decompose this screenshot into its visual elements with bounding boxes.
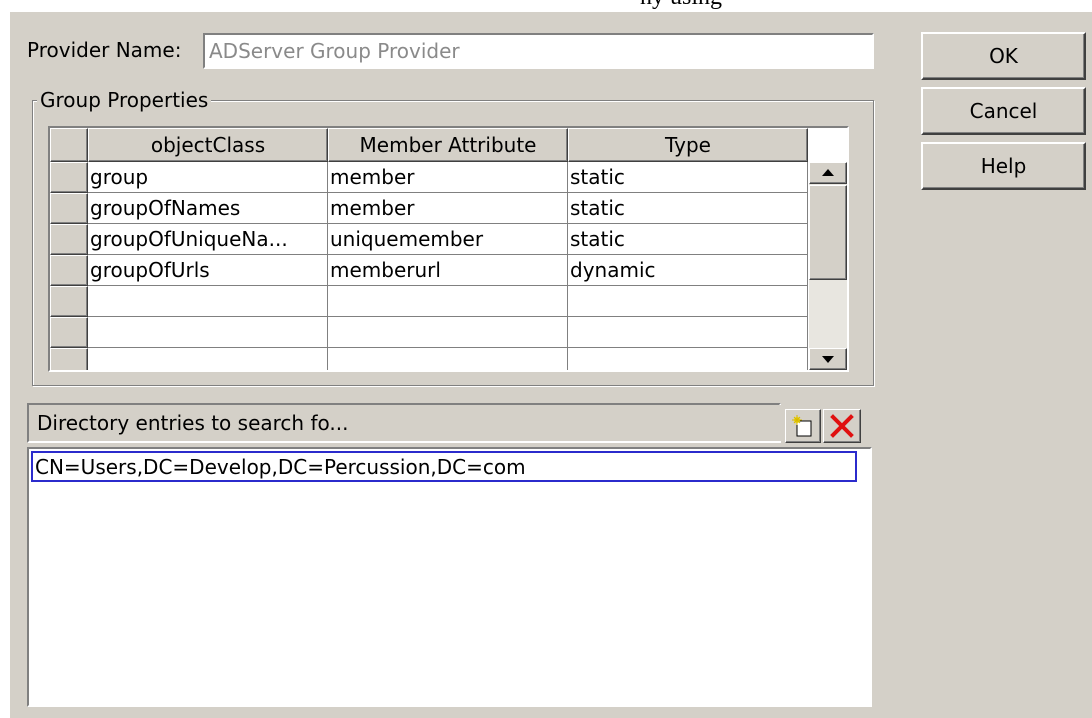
column-header-objectclass[interactable]: objectClass <box>88 128 328 162</box>
group-provider-dialog: Provider Name: ADServer Group Provider O… <box>10 12 1092 718</box>
table-cell[interactable]: group <box>88 162 328 193</box>
table-cell[interactable] <box>568 317 808 348</box>
delete-entry-button[interactable] <box>823 409 861 443</box>
table-cell[interactable] <box>568 348 808 370</box>
directory-header-label: Directory entries to search fo... <box>37 411 349 435</box>
list-item[interactable]: CN=Users,DC=Develop,DC=Percussion,DC=com <box>31 451 857 482</box>
row-header[interactable] <box>50 286 88 317</box>
row-header[interactable] <box>50 224 88 255</box>
table-corner <box>50 128 88 162</box>
help-button[interactable]: Help <box>921 142 1086 190</box>
table-cell[interactable]: dynamic <box>568 255 808 286</box>
table-cell[interactable]: groupOfUniqueNa... <box>88 224 328 255</box>
add-entry-button[interactable] <box>785 409 821 443</box>
group-properties-title: Group Properties <box>37 88 212 112</box>
provider-name-field[interactable]: ADServer Group Provider <box>203 33 874 69</box>
delete-x-icon <box>830 414 854 438</box>
table-cell[interactable]: member <box>328 162 568 193</box>
scroll-thumb[interactable] <box>809 185 847 280</box>
cancel-button[interactable]: Cancel <box>921 87 1086 135</box>
table-cell[interactable]: memberurl <box>328 255 568 286</box>
row-header[interactable] <box>50 255 88 286</box>
row-header[interactable] <box>50 193 88 224</box>
table-cell[interactable] <box>328 317 568 348</box>
table-cell[interactable]: static <box>568 193 808 224</box>
table-cell[interactable]: groupOfUrls <box>88 255 328 286</box>
column-header-member-attribute[interactable]: Member Attribute <box>328 128 568 162</box>
scroll-down-arrow-icon[interactable] <box>809 348 847 370</box>
table-cell[interactable] <box>328 348 568 370</box>
table-cell[interactable]: static <box>568 224 808 255</box>
directory-list-header: Directory entries to search fo... <box>27 403 787 443</box>
table-cell[interactable]: member <box>328 193 568 224</box>
table-cell[interactable]: static <box>568 162 808 193</box>
column-header-label: Member Attribute <box>359 133 537 157</box>
table-cell[interactable]: uniquemember <box>328 224 568 255</box>
directory-entries-list[interactable]: CN=Users,DC=Develop,DC=Percussion,DC=com <box>27 447 872 707</box>
table-cell[interactable] <box>88 348 328 370</box>
table-cell[interactable]: groupOfNames <box>88 193 328 224</box>
scroll-up-arrow-icon[interactable] <box>809 162 847 184</box>
new-entry-icon <box>792 415 812 437</box>
provider-name-value: ADServer Group Provider <box>209 39 460 63</box>
provider-name-label: Provider Name: <box>27 38 182 62</box>
column-header-label: objectClass <box>150 133 266 157</box>
list-item-label: CN=Users,DC=Develop,DC=Percussion,DC=com <box>35 454 526 479</box>
table-cell[interactable] <box>568 286 808 317</box>
row-header[interactable] <box>50 348 88 370</box>
background-page-text: ny using <box>640 0 900 10</box>
ok-button[interactable]: OK <box>921 32 1086 80</box>
table-vertical-scrollbar[interactable] <box>809 162 847 370</box>
group-properties-table: objectClass Member Attribute Type group … <box>48 126 849 372</box>
table-cell[interactable] <box>88 317 328 348</box>
column-header-label: Type <box>665 133 711 157</box>
table-cell[interactable] <box>88 286 328 317</box>
row-header[interactable] <box>50 162 88 193</box>
table-cell[interactable] <box>328 286 568 317</box>
column-header-type[interactable]: Type <box>568 128 808 162</box>
row-header[interactable] <box>50 317 88 348</box>
